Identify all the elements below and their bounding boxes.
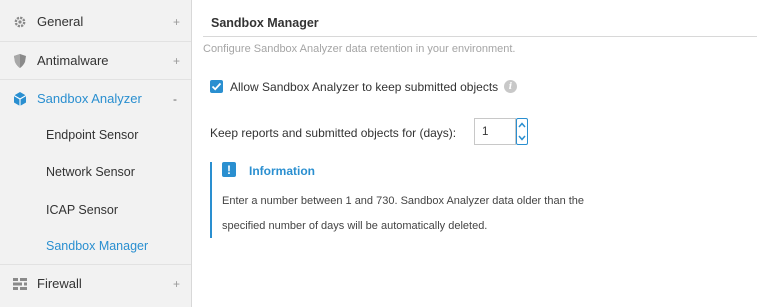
information-box: ! Information Enter a number between 1 a…	[210, 162, 584, 238]
allow-keep-label[interactable]: Allow Sandbox Analyzer to keep submitted…	[230, 80, 498, 94]
sidebar-item-label: Sandbox Analyzer	[37, 91, 142, 106]
sidebar-item-endpoint-sensor[interactable]: Endpoint Sensor	[0, 116, 191, 153]
stepper-down-button[interactable]	[517, 132, 527, 144]
stepper-arrows	[516, 118, 528, 145]
sidebar-item-network-sensor[interactable]: Network Sensor	[0, 153, 191, 190]
sidebar-item-antimalware[interactable]: Antimalware +	[0, 42, 191, 79]
information-title: Information	[249, 164, 315, 178]
chevron-down-icon	[518, 135, 526, 141]
sidebar-item-label: Sandbox Manager	[46, 238, 149, 253]
sidebar-item-label: General	[37, 14, 84, 29]
sidebar-item-sandbox-manager[interactable]: Sandbox Manager	[0, 227, 191, 264]
expand-icon[interactable]: +	[173, 277, 180, 291]
page-subtitle: Configure Sandbox Analyzer data retentio…	[203, 43, 516, 55]
firewall-icon	[13, 277, 27, 291]
sidebar-item-firewall[interactable]: Firewall +	[0, 265, 191, 302]
sidebar-item-label: Antimalware	[37, 53, 109, 68]
sidebar-item-icap-sensor[interactable]: ICAP Sensor	[0, 191, 191, 228]
allow-keep-checkbox[interactable]	[210, 80, 223, 93]
retention-days-label: Keep reports and submitted objects for (…	[210, 126, 457, 140]
sidebar: General + Antimalware + Sandbox Analyzer…	[0, 0, 192, 307]
exclamation-icon: !	[222, 162, 236, 177]
stepper-up-button[interactable]	[517, 119, 527, 131]
main-panel: Sandbox Manager Configure Sandbox Analyz…	[193, 0, 759, 307]
checkmark-icon	[211, 82, 222, 91]
shield-icon	[13, 53, 27, 68]
cube-icon	[13, 91, 27, 106]
information-text: Enter a number between 1 and 730. Sandbo…	[222, 195, 585, 207]
retention-days-input[interactable]	[474, 118, 516, 145]
expand-icon[interactable]: +	[173, 15, 180, 29]
chevron-up-icon	[518, 122, 526, 128]
information-text: specified number of days will be automat…	[222, 220, 488, 232]
retention-days-stepper	[474, 118, 528, 145]
info-tooltip-icon[interactable]: i	[504, 80, 517, 93]
divider	[203, 36, 757, 37]
sidebar-item-label: ICAP Sensor	[46, 202, 119, 217]
gear-icon	[13, 15, 27, 29]
expand-icon[interactable]: +	[173, 54, 180, 68]
collapse-icon[interactable]: -	[173, 92, 177, 106]
page-title: Sandbox Manager	[211, 16, 319, 30]
sidebar-item-label: Firewall	[37, 276, 82, 291]
sidebar-item-sandbox-analyzer[interactable]: Sandbox Analyzer -	[0, 80, 191, 117]
sidebar-item-general[interactable]: General +	[0, 3, 191, 40]
sidebar-item-label: Endpoint Sensor	[46, 127, 139, 142]
sidebar-item-label: Network Sensor	[46, 164, 135, 179]
